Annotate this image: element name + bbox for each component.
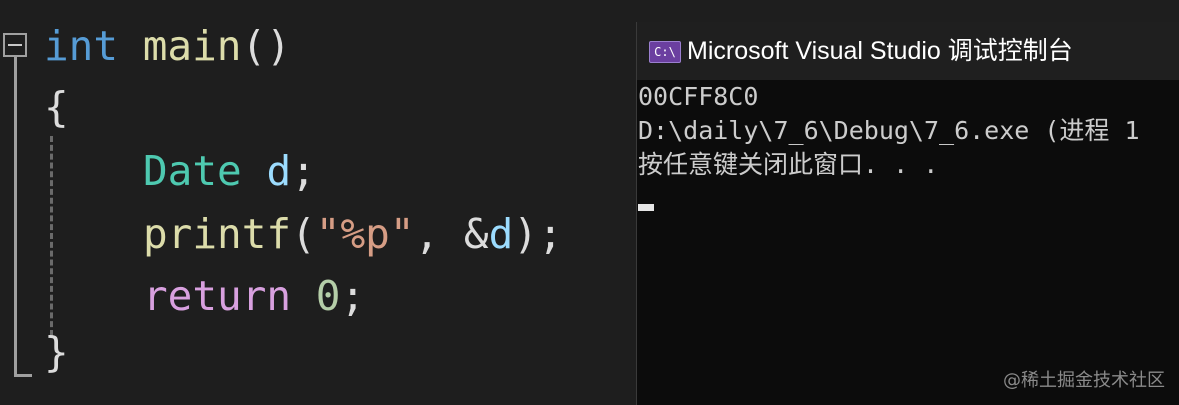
open-brace: { xyxy=(44,83,69,131)
debug-console-window[interactable]: C:\ Microsoft Visual Studio 调试控制台 00CFF8… xyxy=(636,22,1179,405)
code-editor[interactable]: int main() { Date d; printf("%p", &d); r… xyxy=(0,0,636,405)
format-string: "%p" xyxy=(315,210,415,258)
keyword-return: return xyxy=(143,272,292,320)
watermark: @稀土掘金技术社区 xyxy=(1003,370,1165,391)
close-paren-semicolon: ); xyxy=(513,210,563,258)
semicolon: ; xyxy=(291,147,316,195)
function-name-main: main xyxy=(142,22,242,70)
console-app-icon: C:\ xyxy=(649,41,681,63)
code-line-3[interactable]: Date d; xyxy=(143,146,316,196)
variable-d: d xyxy=(488,210,514,258)
indent-guide xyxy=(50,136,53,336)
code-line-6[interactable]: } xyxy=(44,327,69,377)
open-paren: ( xyxy=(291,210,316,258)
code-line-4[interactable]: printf("%p", &d); xyxy=(143,209,563,259)
code-line-5[interactable]: return 0; xyxy=(143,271,365,321)
code-line-2[interactable]: { xyxy=(44,82,69,132)
outline-guide xyxy=(14,57,17,377)
number-literal: 0 xyxy=(315,272,341,320)
collapse-minus-icon[interactable] xyxy=(3,33,27,57)
variable-d: d xyxy=(266,147,292,195)
semicolon: ; xyxy=(340,272,366,320)
console-output[interactable]: 00CFF8C0 D:\daily\7_6\Debug\7_6.exe (进程 … xyxy=(636,80,1179,405)
text-cursor xyxy=(638,204,654,211)
parens: () xyxy=(241,22,291,70)
outline-guide-end xyxy=(14,374,32,377)
console-title: Microsoft Visual Studio 调试控制台 xyxy=(687,37,1073,65)
output-line-address: 00CFF8C0 xyxy=(638,82,759,111)
output-line-press-key: 按任意键关闭此窗口. . . xyxy=(638,150,939,179)
type-date: Date xyxy=(143,147,242,195)
window-border xyxy=(636,22,637,405)
address-of-operator: & xyxy=(463,210,489,258)
function-name-printf: printf xyxy=(143,210,292,258)
keyword-int: int xyxy=(44,22,119,70)
code-line-1[interactable]: int main() xyxy=(44,21,291,71)
console-titlebar[interactable]: C:\ Microsoft Visual Studio 调试控制台 xyxy=(636,22,1179,80)
close-brace: } xyxy=(44,328,69,376)
comma: , xyxy=(414,210,440,258)
screenshot-root: int main() { Date d; printf("%p", &d); r… xyxy=(0,0,1179,405)
output-line-exit-info: D:\daily\7_6\Debug\7_6.exe (进程 1 xyxy=(638,116,1140,145)
